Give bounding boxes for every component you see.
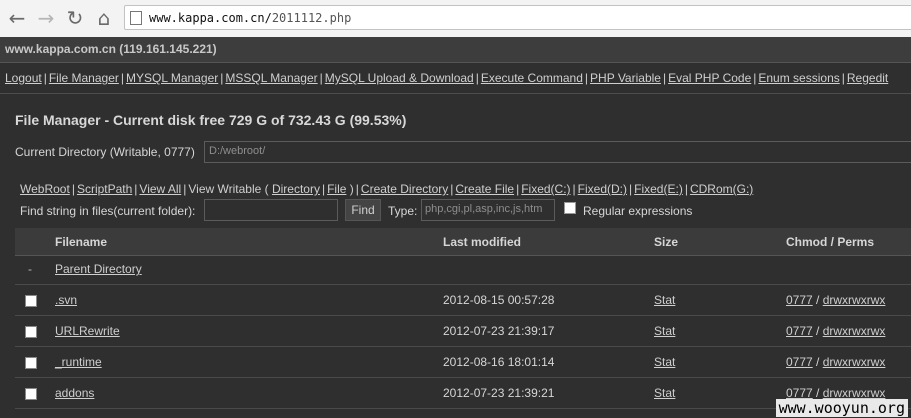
row-checkbox[interactable]	[25, 326, 37, 338]
file-name-link[interactable]: .svn	[55, 293, 77, 307]
parent-directory-link[interactable]: Parent Directory	[55, 262, 142, 276]
header-chmod: Chmod / Perms	[786, 235, 875, 249]
row-checkbox[interactable]	[25, 357, 37, 369]
link-file[interactable]: File	[327, 182, 346, 196]
perms-link[interactable]: drwxrwxrwx	[823, 324, 886, 338]
type-input[interactable]: php,cgi,pl,asp,inc,js,htm	[421, 199, 555, 221]
file-stat-link[interactable]: Stat	[654, 293, 675, 307]
page-icon	[130, 11, 142, 25]
back-arrow-icon[interactable]: ←	[6, 7, 28, 29]
home-icon[interactable]: ⌂	[93, 7, 115, 29]
file-stat-link[interactable]: Stat	[654, 355, 675, 369]
page-title: File Manager - Current disk free 729 G o…	[15, 112, 407, 128]
chmod-link[interactable]: 0777	[786, 324, 813, 338]
link-drive-c[interactable]: Fixed(C:)	[521, 182, 570, 196]
parent-dash: -	[28, 262, 32, 276]
link-create-file[interactable]: Create File	[455, 182, 514, 196]
type-label: Type:	[388, 204, 418, 218]
file-modified: 2012-08-16 18:01:14	[443, 355, 555, 369]
close-paren: )	[349, 182, 354, 196]
address-bar[interactable]: www.kappa.com.cn/2011112.php	[124, 5, 911, 30]
menu-mysql-manager[interactable]: MYSQL Manager	[126, 71, 218, 85]
menu-enum-sessions[interactable]: Enum sessions	[758, 71, 839, 85]
chmod-link[interactable]: 0777	[786, 355, 813, 369]
menu-file-manager[interactable]: File Manager	[49, 71, 119, 85]
file-table: Filename Last modified Size Chmod / Perm…	[15, 228, 911, 409]
link-webroot[interactable]: WebRoot	[20, 182, 70, 196]
divider	[0, 93, 911, 94]
chmod-link[interactable]: 0777	[786, 386, 813, 400]
row-checkbox[interactable]	[25, 388, 37, 400]
link-drive-e[interactable]: Fixed(E:)	[634, 182, 683, 196]
menu-execute-command[interactable]: Execute Command	[481, 71, 583, 85]
find-input[interactable]	[204, 199, 338, 221]
menu-mssql-manager[interactable]: MSSQL Manager	[225, 71, 317, 85]
menu-mysql-upload[interactable]: MySQL Upload & Download	[325, 71, 474, 85]
regex-checkbox[interactable]	[564, 202, 576, 214]
chmod-link[interactable]: 0777	[786, 293, 813, 307]
file-perms: 0777 / drwxrwxrwx	[786, 324, 886, 338]
url-path: 2011112.php	[271, 11, 352, 25]
link-view-all[interactable]: View All	[139, 182, 181, 196]
link-drive-d[interactable]: Fixed(D:)	[578, 182, 627, 196]
main-menu: Logout | File Manager | MYSQL Manager | MSSQL …	[5, 71, 889, 85]
forward-arrow-icon[interactable]: →	[35, 7, 57, 29]
link-create-directory[interactable]: Create Directory	[361, 182, 448, 196]
view-writable-label: View Writable (	[188, 182, 269, 196]
file-name-link[interactable]: addons	[55, 386, 94, 400]
table-header: Filename Last modified Size Chmod / Perm…	[15, 228, 911, 256]
menu-php-variable[interactable]: PHP Variable	[590, 71, 661, 85]
host-info: www.kappa.com.cn (119.161.145.221)	[5, 42, 217, 56]
menu-logout[interactable]: Logout	[5, 71, 42, 85]
perms-link[interactable]: drwxrwxrwx	[823, 293, 886, 307]
parent-row: - Parent Directory	[15, 256, 911, 285]
url-text: www.kappa.com.cn/2011112.php	[149, 11, 351, 25]
row-checkbox[interactable]	[25, 295, 37, 307]
find-label: Find string in files(current folder):	[20, 204, 196, 218]
table-row: .svn 2012-08-15 00:57:28 Stat 0777 / drw…	[15, 285, 911, 316]
find-button[interactable]: Find	[345, 199, 381, 221]
link-scriptpath[interactable]: ScriptPath	[77, 182, 132, 196]
menu-regedit[interactable]: Regedit	[847, 71, 888, 85]
header-filename: Filename	[55, 235, 108, 249]
directory-links: WebRoot | ScriptPath | View All | View Writabl…	[20, 182, 754, 196]
table-row: URLRewrite 2012-07-23 21:39:17 Stat 0777…	[15, 316, 911, 347]
link-directory[interactable]: Directory	[272, 182, 320, 196]
header-size: Size	[654, 235, 679, 249]
file-modified: 2012-07-23 21:39:21	[443, 386, 555, 400]
current-directory-input[interactable]: D:/webroot/	[204, 141, 911, 163]
watermark: www.wooyun.org	[775, 399, 908, 417]
current-directory-label: Current Directory (Writable, 0777)	[15, 145, 195, 159]
file-modified: 2012-07-23 21:39:17	[443, 324, 555, 338]
link-drive-g[interactable]: CDRom(G:)	[690, 182, 753, 196]
menu-eval-php[interactable]: Eval PHP Code	[668, 71, 751, 85]
header-modified: Last modified	[443, 235, 522, 249]
file-modified: 2012-08-15 00:57:28	[443, 293, 555, 307]
table-row: _runtime 2012-08-16 18:01:14 Stat 0777 /…	[15, 347, 911, 378]
file-stat-link[interactable]: Stat	[654, 324, 675, 338]
regex-label: Regular expressions	[583, 204, 693, 218]
file-perms: 0777 / drwxrwxrwx	[786, 355, 886, 369]
file-stat-link[interactable]: Stat	[654, 386, 675, 400]
file-perms: 0777 / drwxrwxrwx	[786, 386, 886, 400]
host-info-bar: www.kappa.com.cn (119.161.145.221)	[0, 37, 911, 63]
browser-toolbar: ← → ↻ ⌂ www.kappa.com.cn/2011112.php	[0, 0, 911, 38]
perms-link[interactable]: drwxrwxrwx	[823, 386, 886, 400]
reload-icon[interactable]: ↻	[64, 7, 86, 29]
perms-link[interactable]: drwxrwxrwx	[823, 355, 886, 369]
file-perms: 0777 / drwxrwxrwx	[786, 293, 886, 307]
file-name-link[interactable]: _runtime	[55, 355, 102, 369]
file-name-link[interactable]: URLRewrite	[55, 324, 120, 338]
url-host: www.kappa.com.cn/	[149, 11, 272, 25]
